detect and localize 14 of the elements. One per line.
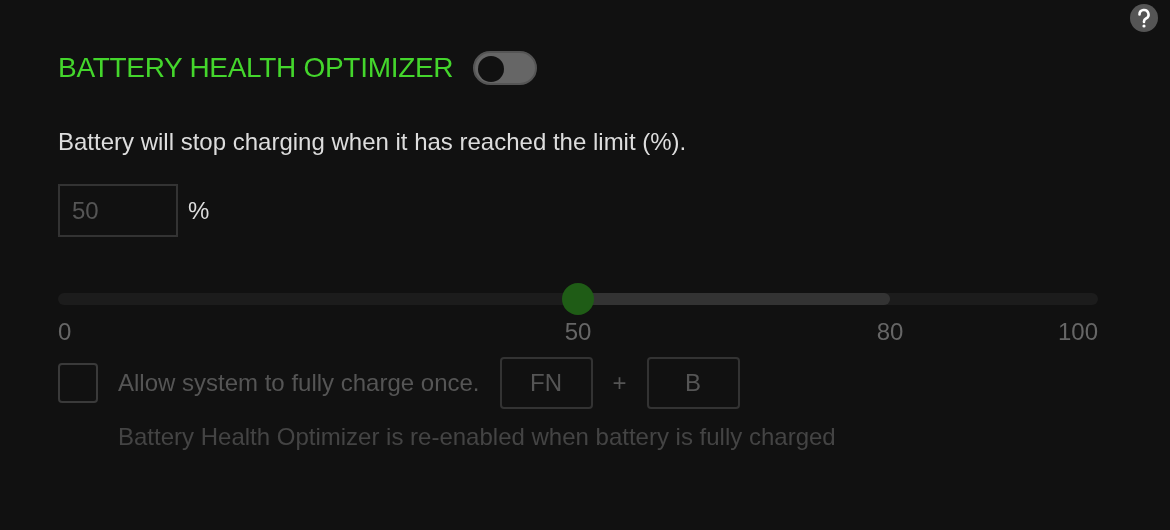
plus-sign: + [612,368,627,398]
tick-label: 0 [58,317,72,347]
tick-label: 80 [876,317,904,347]
section-title: BATTERY HEALTH OPTIMIZER [58,51,454,85]
percent-label: % [188,195,210,226]
tick-label: 50 [564,317,592,347]
slider-thumb[interactable] [562,283,594,315]
toggle-switch[interactable] [473,51,538,85]
key-cap: FN [499,357,593,409]
tick-label: 100 [1057,317,1098,347]
key-cap: B [646,357,740,409]
help-icon[interactable] [1130,4,1158,32]
description-text: Battery will stop charging when it has reached the limit (%). [58,127,688,157]
checkbox-label: Allow system to fully charge once. [118,368,480,398]
